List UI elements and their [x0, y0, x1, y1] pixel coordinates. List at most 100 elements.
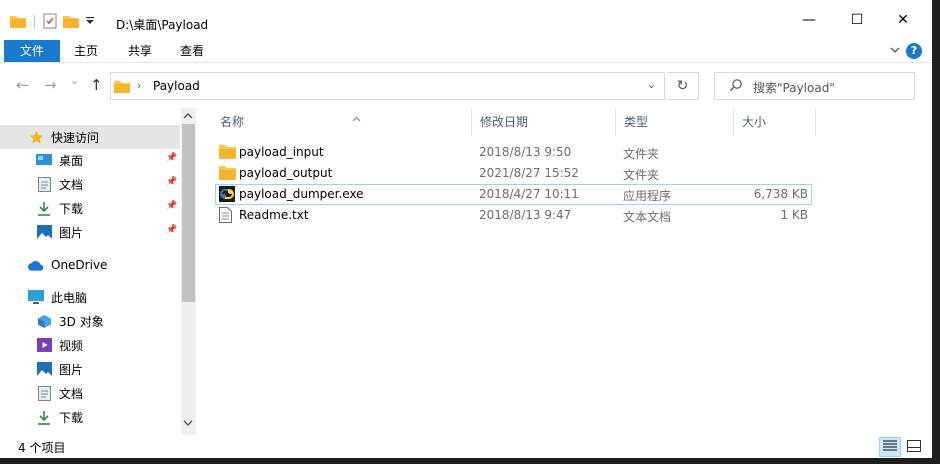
download-icon [36, 200, 52, 216]
sidebar-item-label: 文档 [59, 177, 84, 192]
folder-icon [114, 79, 130, 96]
maximize-icon: ☐ [850, 12, 864, 28]
sidebar-item-label: 视频 [59, 338, 84, 353]
minimize-icon: — [802, 12, 816, 28]
scroll-down-icon[interactable] [183, 420, 193, 430]
breadcrumb-separator[interactable]: › [137, 79, 141, 92]
refresh-button[interactable]: ↻ [667, 72, 699, 100]
pin-icon[interactable]: 📌 [166, 153, 177, 163]
close-button[interactable]: ✕ [880, 4, 926, 36]
window-title: D:\桌面\Payload [116, 18, 209, 32]
sidebar-item-label: 下载 [59, 201, 84, 216]
new-folder-icon[interactable] [63, 14, 79, 31]
sidebar-item-documents[interactable]: 文档 📌 [0, 172, 180, 196]
large-icons-view-button[interactable] [903, 437, 925, 457]
details-view-button[interactable] [879, 437, 901, 457]
properties-icon[interactable] [43, 13, 57, 32]
tab-file[interactable]: 文件 [4, 40, 60, 62]
sidebar-item-pictures[interactable]: 图片 📌 [0, 220, 180, 244]
search-icon [729, 78, 743, 95]
breadcrumb-payload[interactable]: Payload [153, 79, 200, 93]
sidebar-item-label: 桌面 [59, 153, 84, 168]
address-bar[interactable]: › Payload ⌄ [110, 72, 665, 100]
up-button[interactable]: ↑ [90, 76, 103, 94]
file-date: 2018/8/13 9:50 [479, 145, 572, 159]
chevron-down-icon[interactable] [890, 44, 900, 57]
tab-home[interactable]: 主页 [66, 40, 106, 62]
cube-icon [36, 313, 52, 329]
address-dropdown-button[interactable]: ⌄ [647, 78, 656, 91]
file-type: 文件夹 [623, 147, 660, 161]
sidebar-item-label: 图片 [59, 362, 84, 377]
pin-icon[interactable]: 📌 [166, 225, 177, 235]
folder-icon [219, 165, 236, 181]
sidebar-item-3d-objects[interactable]: 3D 对象 [0, 309, 180, 333]
table-row[interactable]: payload_input 2018/8/13 9:50 文件夹 [215, 142, 812, 163]
navigation-scrollbar[interactable] [181, 108, 196, 435]
search-input[interactable]: 搜索"Payload" [714, 72, 915, 100]
table-row[interactable]: Readme.txt 2018/8/13 9:47 文本文档 1 KB [215, 205, 812, 226]
sidebar-item-documents-pc[interactable]: 文档 [0, 381, 180, 405]
sidebar-item-this-pc[interactable]: 此电脑 [0, 285, 180, 309]
star-icon [28, 129, 44, 145]
sidebar-item-label: OneDrive [51, 258, 108, 272]
sidebar-item-downloads-pc[interactable]: 下载 [0, 405, 180, 429]
customize-toolbar-icon[interactable] [85, 15, 95, 29]
sidebar-item-pictures-pc[interactable]: 图片 [0, 357, 180, 381]
column-header-size[interactable]: 大小 [734, 108, 816, 136]
pin-icon[interactable]: 📌 [166, 177, 177, 187]
tab-view[interactable]: 查看 [172, 40, 212, 62]
recent-locations-button[interactable]: ⌄ [70, 74, 79, 87]
file-list: 名称 修改日期 类型 大小 payload_input 2018/8/13 9:… [197, 108, 932, 436]
item-count: 4 个项目 [18, 441, 66, 455]
column-header-date[interactable]: 修改日期 [472, 108, 616, 136]
video-icon [36, 337, 52, 353]
quick-access-toolbar [10, 12, 95, 32]
ribbon-tabs: 文件 主页 共享 查看 ? [0, 40, 932, 63]
forward-button[interactable]: → [44, 76, 57, 94]
picture-icon [36, 361, 52, 377]
sidebar-item-label: 此电脑 [51, 290, 88, 305]
sidebar-item-quick-access[interactable]: 快速访问 [0, 125, 180, 149]
column-header-name[interactable]: 名称 [212, 108, 472, 136]
file-type: 文件夹 [623, 168, 660, 182]
file-size: 1 KB [780, 208, 808, 222]
sidebar-item-label: 快速访问 [51, 130, 100, 145]
download-icon [36, 409, 52, 425]
file-date: 2021/8/27 15:52 [479, 166, 579, 180]
sidebar-item-desktop[interactable]: 桌面 📌 [0, 148, 180, 172]
file-name: payload_output [239, 166, 333, 180]
document-icon [36, 385, 52, 401]
file-date: 2018/8/13 9:47 [479, 208, 572, 222]
explorer-window: D:\桌面\Payload — ☐ ✕ 文件 主页 共享 查看 ? ← → ⌄ … [0, 0, 932, 458]
details-view-icon [883, 439, 897, 455]
close-icon: ✕ [897, 12, 909, 28]
table-row-selected[interactable]: payload_dumper.exe 2018/4/27 10:11 应用程序 … [215, 184, 812, 205]
scrollbar-thumb[interactable] [182, 124, 195, 302]
picture-icon [36, 224, 52, 240]
folder-icon [219, 144, 236, 160]
column-header-type[interactable]: 类型 [616, 108, 734, 136]
table-row[interactable]: payload_output 2021/8/27 15:52 文件夹 [215, 163, 812, 184]
title-bar: D:\桌面\Payload — ☐ ✕ [0, 0, 932, 40]
back-button[interactable]: ← [16, 76, 29, 94]
document-icon [36, 176, 52, 192]
sidebar-item-label: 3D 对象 [59, 314, 104, 329]
cloud-icon [28, 257, 44, 273]
text-file-icon [219, 207, 235, 223]
sidebar-item-downloads[interactable]: 下载 📌 [0, 196, 180, 220]
sidebar-item-onedrive[interactable]: OneDrive [0, 253, 180, 277]
file-size: 6,738 KB [753, 187, 808, 201]
python-exe-icon [219, 186, 235, 202]
sidebar-item-label: 下载 [59, 410, 84, 425]
maximize-button[interactable]: ☐ [834, 4, 880, 36]
status-bar: 4 个项目 [0, 436, 932, 458]
file-date: 2018/4/27 10:11 [479, 187, 579, 201]
pin-icon[interactable]: 📌 [166, 201, 177, 211]
tab-share[interactable]: 共享 [120, 40, 160, 62]
sidebar-item-videos[interactable]: 视频 [0, 333, 180, 357]
scroll-up-icon[interactable] [183, 112, 193, 122]
help-icon[interactable]: ? [906, 43, 922, 59]
minimize-button[interactable]: — [786, 4, 832, 36]
sidebar-item-label: 图片 [59, 225, 84, 240]
